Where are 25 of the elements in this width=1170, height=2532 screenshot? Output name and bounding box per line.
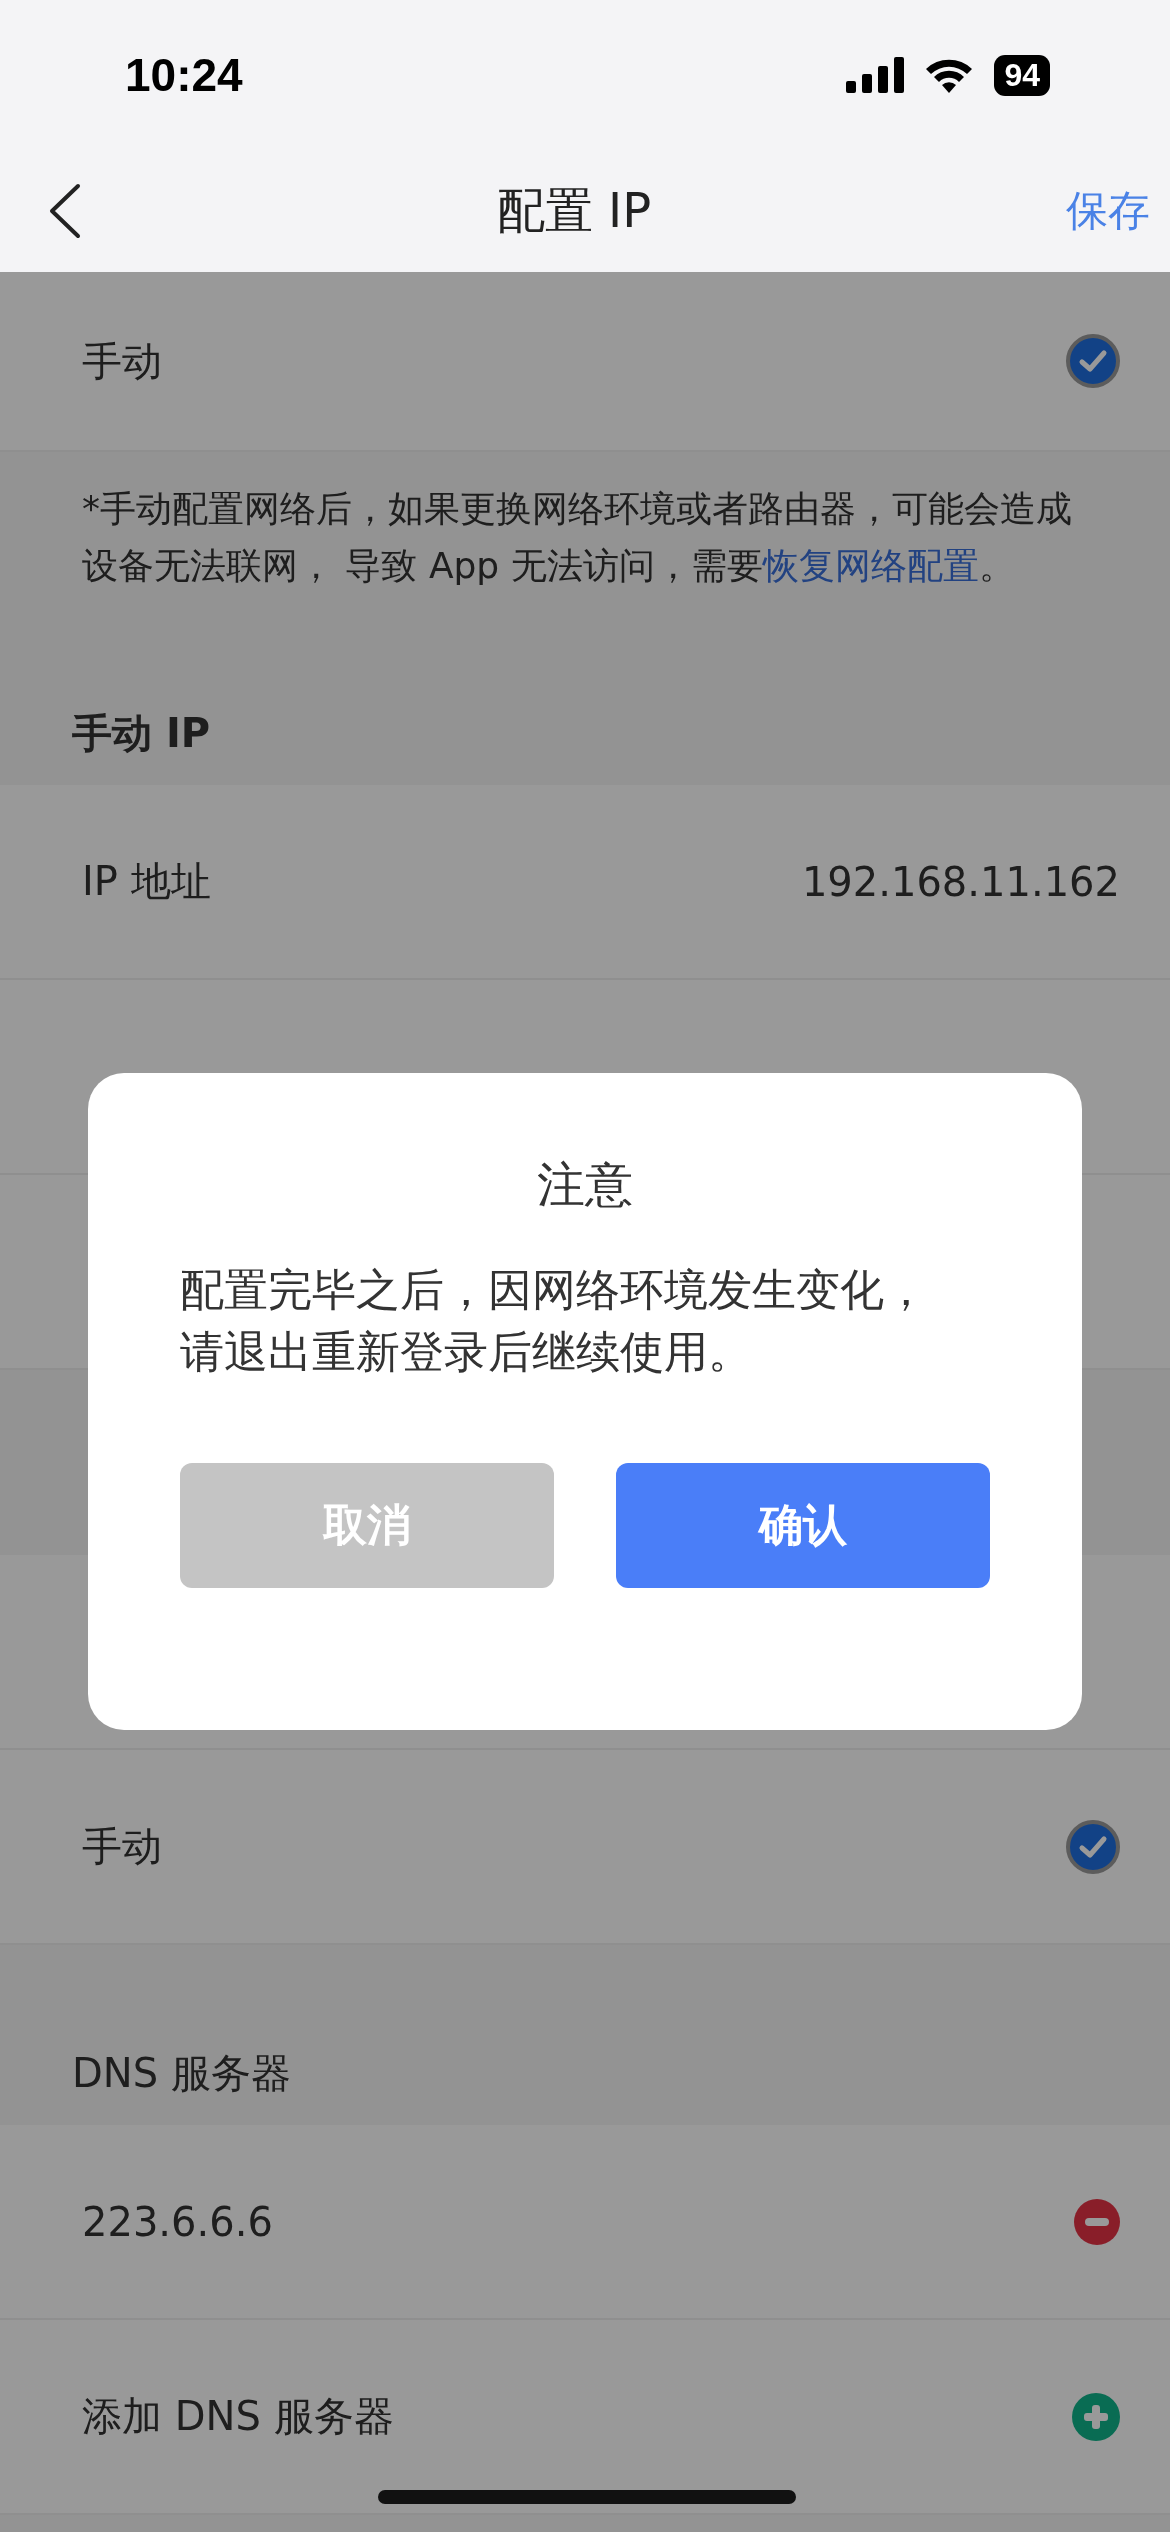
section-header: 手动 IP bbox=[72, 709, 212, 758]
option-label: 手动 bbox=[82, 336, 162, 386]
option-label: 手动 bbox=[82, 1822, 162, 1871]
section-header: DNS 服务器 bbox=[72, 2049, 292, 2098]
confirm-button[interactable]: 确认 bbox=[616, 1463, 990, 1588]
dns-entry: 223.6.6.6 bbox=[82, 2198, 273, 2245]
battery-indicator: 94 bbox=[994, 54, 1050, 96]
cancel-button[interactable]: 取消 bbox=[180, 1463, 554, 1588]
status-time: 10:24 bbox=[125, 48, 243, 102]
field-value: 192.168.11.162 bbox=[801, 858, 1120, 905]
page-title: 配置 IP bbox=[496, 181, 652, 240]
dialog-message: 配置完毕之后，因网络环境发生变化，请退出重新登录后继续使用。 bbox=[180, 1263, 929, 1379]
add-icon[interactable] bbox=[1072, 2392, 1120, 2441]
dialog-title: 注意 bbox=[536, 1155, 634, 1214]
dns-entry: 添加 DNS 服务器 bbox=[82, 2392, 394, 2441]
save-button[interactable]: 保存 bbox=[1066, 183, 1150, 239]
notice-text: *手动配置网络后，如果更换网络环境或者路由器，可能会造成设备无法联网， 导致 App 无法访问，需要恢复网络配置。 bbox=[82, 487, 1073, 588]
field-label: IP 地址 bbox=[82, 857, 211, 906]
remove-icon[interactable] bbox=[1074, 2198, 1120, 2245]
check-icon[interactable] bbox=[1066, 1819, 1120, 1874]
signal-icon bbox=[846, 57, 905, 93]
wifi-icon bbox=[924, 57, 975, 93]
back-icon[interactable] bbox=[48, 183, 82, 239]
restore-link[interactable]: 恢复网络配置 bbox=[762, 545, 979, 586]
check-icon[interactable] bbox=[1066, 334, 1120, 388]
